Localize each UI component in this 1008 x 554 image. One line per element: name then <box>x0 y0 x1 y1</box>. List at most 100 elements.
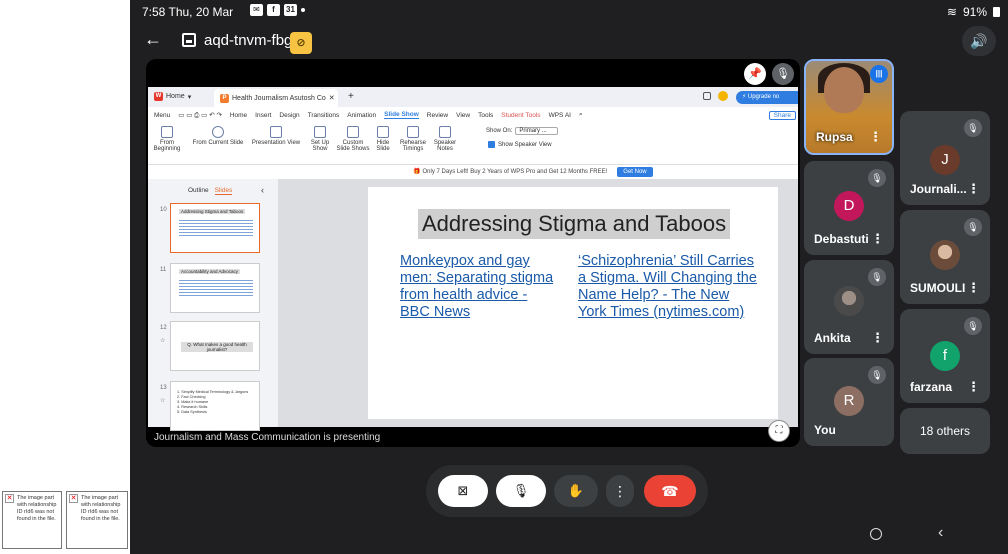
window-icon[interactable] <box>703 92 711 100</box>
tab-document[interactable]: P Health Journalism Asutosh Co ✕ <box>214 89 338 107</box>
pin-icon[interactable]: 📌 <box>744 63 766 85</box>
current-slide: Addressing Stigma and Taboos Monkeypox a… <box>368 187 778 419</box>
menu-item[interactable]: View <box>456 112 470 119</box>
notification-icons: ✉ f 31 <box>250 4 305 16</box>
participant-name: Debastuti <box>814 232 869 246</box>
camera-off-badge-icon[interactable]: ⊘ <box>290 32 312 54</box>
participant-name: Rupsa <box>816 130 853 144</box>
call-controls: ⊠ 🎙 ✋ ⋮ ☎ <box>426 465 708 517</box>
raise-hand-icon[interactable]: ✋ <box>554 475 598 507</box>
thumbnail-links <box>179 218 253 238</box>
participant-name: farzana <box>910 380 953 394</box>
show-on-dropdown[interactable]: Primary ... <box>515 127 558 135</box>
broken-image-icon: ✕ <box>5 494 14 503</box>
avatar <box>930 240 960 270</box>
notes-icon <box>439 126 451 138</box>
slide-thumbnail[interactable]: 1. Simplify Medical Terminology & Jargon… <box>170 381 260 431</box>
more-options-icon[interactable]: ⋮ <box>967 379 980 395</box>
back-arrow-icon[interactable]: ← <box>144 30 164 50</box>
more-options-icon[interactable]: ⋮ <box>967 280 980 296</box>
participant-tile-self[interactable]: 🎙 R You <box>804 358 894 446</box>
menu-item[interactable]: Animation <box>347 112 376 119</box>
get-now-button[interactable]: Get Now <box>617 167 653 177</box>
play-icon <box>212 126 224 138</box>
others-tile[interactable]: 18 others <box>900 408 990 454</box>
menu-item[interactable]: Menu <box>154 112 170 119</box>
menu-item[interactable]: Transitions <box>308 112 340 119</box>
mic-off-icon: 🎙 <box>772 63 794 85</box>
menu-item[interactable]: Student Tools <box>501 112 540 119</box>
wps-tab-bar: W Home ▾ P Health Journalism Asutosh Co ✕ … <box>148 87 798 107</box>
meeting-info-button[interactable]: aqd-tnvm-fbg <box>182 27 292 53</box>
menu-item[interactable]: Home <box>230 112 247 119</box>
mic-off-icon: 🎙 <box>868 169 886 187</box>
show-speaker-view-checkbox[interactable]: Show Speaker View <box>488 141 552 148</box>
hide-slide-icon <box>377 126 389 138</box>
wps-presentation-window: W Home ▾ P Health Journalism Asutosh Co ✕ … <box>148 87 798 431</box>
menu-item[interactable]: Tools <box>478 112 493 119</box>
android-screen: 7:58 Thu, 20 Mar ✉ f 31 ≋ 91% ← aqd-tnvm… <box>130 0 1008 554</box>
star-icon: ☆ <box>160 398 166 404</box>
participant-tile[interactable]: 🎙 D Debastuti ⋮ <box>804 161 894 255</box>
account-icon[interactable] <box>718 91 728 101</box>
battery-icon <box>993 7 1000 17</box>
quick-access-icons: ▭ ▭ ⎙ ▭ ↶ ↷ <box>178 111 222 119</box>
menu-item[interactable]: Design <box>279 112 299 119</box>
search-icon[interactable]: ⌕ <box>579 111 583 119</box>
broken-image-icon: ✕ <box>69 494 78 503</box>
presenter-icon <box>270 126 282 138</box>
participant-tile[interactable]: 🎙 J Journali... ⋮ <box>900 111 990 205</box>
more-options-icon[interactable]: ⋮ <box>871 231 884 247</box>
back-nav-icon[interactable]: ‹ <box>938 524 943 542</box>
broken-image: ✕ The image part with relationship ID rI… <box>2 491 62 549</box>
participant-tile[interactable]: 🎙 f farzana ⋮ <box>900 309 990 403</box>
participant-tile[interactable]: 🎙 SUMOULI ⋮ <box>900 210 990 304</box>
slide-thumbnail[interactable]: Accountability and Advocacy <box>170 263 260 313</box>
rehearse-button[interactable]: Rehearse Timings <box>398 126 428 152</box>
from-beginning-button[interactable]: From Beginning <box>152 126 182 152</box>
slide-thumbnail[interactable]: Q. What makes a good health journalist? <box>170 321 260 371</box>
presentation-tile[interactable]: 📌 🎙 W Home ▾ P Health Journalism Asutosh C… <box>146 59 800 447</box>
mic-off-icon: 🎙 <box>868 366 886 384</box>
presentation-view-button[interactable]: Presentation View <box>248 126 304 146</box>
fullscreen-icon[interactable]: ⛶ <box>768 420 790 442</box>
avatar: R <box>834 386 864 416</box>
custom-shows-button[interactable]: Custom Slide Shows <box>336 126 370 152</box>
from-current-button[interactable]: From Current Slide <box>186 126 250 146</box>
new-tab-icon[interactable]: + <box>348 91 354 102</box>
setup-show-button[interactable]: Set Up Show <box>308 126 332 152</box>
participant-name: SUMOULI <box>910 281 966 295</box>
more-options-icon[interactable]: ⋮ <box>869 129 882 145</box>
menu-item[interactable]: Review <box>427 112 448 119</box>
battery-level: 91% <box>962 5 987 19</box>
timer-icon <box>407 126 419 138</box>
hide-slide-button[interactable]: Hide Slide <box>374 126 392 152</box>
slide-link[interactable]: Monkeypox and gay men: Separating stigma… <box>400 253 560 321</box>
tab-slides[interactable]: Slides <box>214 187 233 195</box>
camera-off-icon[interactable]: ⊠ <box>438 475 488 507</box>
calendar-icon <box>182 33 196 47</box>
avatar: D <box>834 191 864 221</box>
chevron-left-icon[interactable]: ‹ <box>261 185 264 195</box>
thumbnail-links <box>179 278 253 298</box>
menu-item-active[interactable]: Slide Show <box>384 111 419 119</box>
mic-off-icon[interactable]: 🎙 <box>496 475 546 507</box>
status-right: ≋ 91% <box>947 5 1000 19</box>
tab-home[interactable]: W Home ▾ <box>154 92 191 101</box>
share-button[interactable]: Share <box>768 110 796 120</box>
more-options-icon[interactable]: ⋮ <box>967 181 980 197</box>
menu-item[interactable]: WPS AI <box>549 112 571 119</box>
speaker-notes-button[interactable]: Speaker Notes <box>432 126 458 152</box>
tab-outline[interactable]: Outline <box>188 187 209 195</box>
more-options-icon[interactable]: ⋮ <box>606 475 634 507</box>
menu-item[interactable]: Insert <box>255 112 271 119</box>
more-options-icon[interactable]: ⋮ <box>871 330 884 346</box>
end-call-icon[interactable]: ☎ <box>644 475 696 507</box>
participant-tile[interactable]: ||| Rupsa ⋮ <box>804 59 894 155</box>
participant-tile[interactable]: 🎙 Ankita ⋮ <box>804 260 894 354</box>
slide-thumbnail[interactable]: Addressing Stigma and Taboos <box>170 203 260 253</box>
upgrade-button[interactable]: ⚡ Upgrade no <box>736 91 798 104</box>
speaker-icon[interactable]: 🔊 <box>962 26 996 56</box>
slide-link[interactable]: ‘Schizophrenia’ Still Carries a Stigma. … <box>578 253 758 321</box>
home-nav-icon[interactable] <box>870 528 882 540</box>
